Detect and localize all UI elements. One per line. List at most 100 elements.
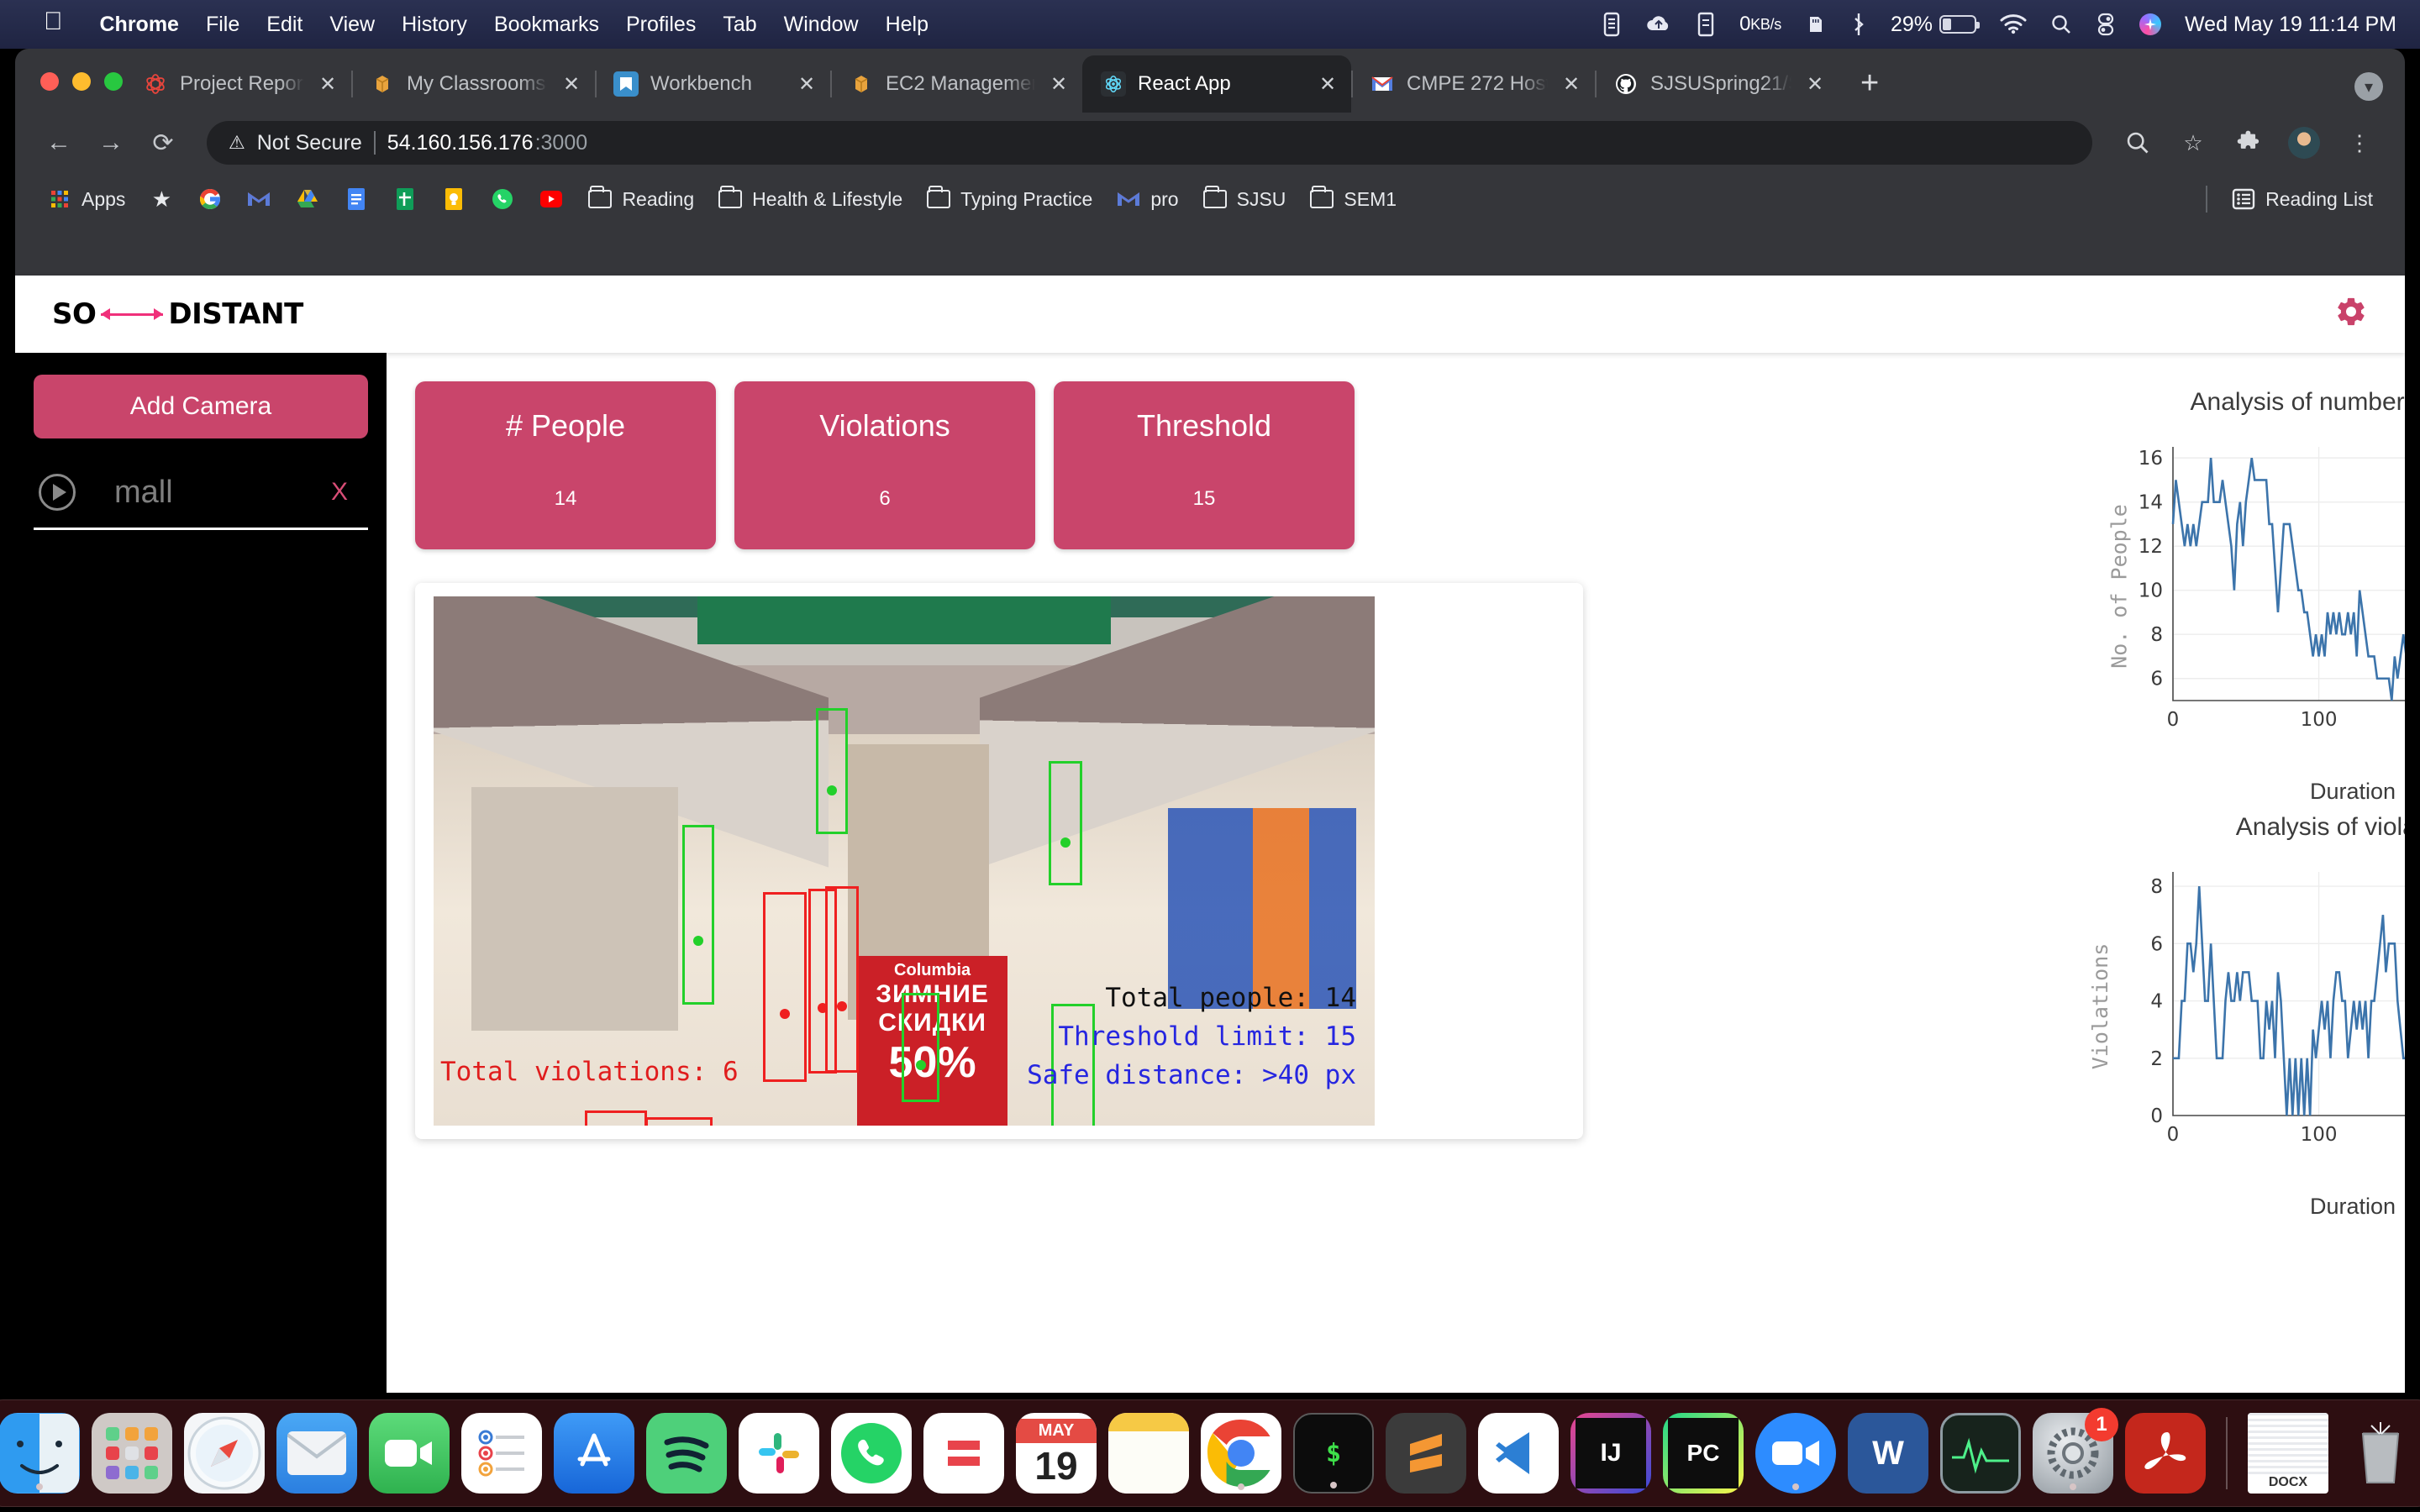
reminders-icon[interactable]: [461, 1413, 542, 1494]
menu-item-help[interactable]: Help: [872, 13, 942, 37]
sublime-text-icon[interactable]: [1386, 1413, 1466, 1494]
close-tab-button[interactable]: ✕: [316, 72, 339, 97]
cloud-upload-icon[interactable]: [1634, 13, 1684, 35]
facetime-icon[interactable]: [369, 1413, 450, 1494]
tab-cmpe-272[interactable]: CMPE 272 Hosted a ✕: [1351, 55, 1595, 113]
slack-icon[interactable]: [739, 1413, 819, 1494]
reload-icon[interactable]: ⟳: [141, 121, 185, 165]
three-dot-menu-icon[interactable]: ⋮: [2336, 121, 2383, 165]
clipboard-icon[interactable]: [1590, 12, 1634, 37]
tab-react-app[interactable]: React App ✕: [1082, 55, 1351, 113]
reading-list-button[interactable]: Reading List: [2221, 181, 2383, 217]
tab-workbench[interactable]: Workbench ✕: [595, 55, 830, 113]
bookmark-youtube[interactable]: [529, 181, 574, 217]
star-icon[interactable]: ☆: [2170, 121, 2217, 165]
bluetooth-icon[interactable]: [1839, 12, 1879, 37]
notion-icon[interactable]: [923, 1413, 1004, 1494]
menu-item-history[interactable]: History: [388, 13, 481, 37]
adobe-acrobat-icon[interactable]: [2125, 1413, 2206, 1494]
tab-search-button[interactable]: ▾: [2354, 72, 2405, 101]
bookmark-google[interactable]: [187, 181, 233, 217]
menu-item-profiles[interactable]: Profiles: [613, 13, 709, 37]
whatsapp-icon[interactable]: [831, 1413, 912, 1494]
bookmark-gmail[interactable]: [236, 181, 281, 217]
remove-camera-button[interactable]: X: [331, 478, 363, 507]
forward-arrow-icon[interactable]: →: [89, 121, 133, 165]
bookmark-folder-sjsu[interactable]: SJSU: [1192, 181, 1297, 217]
chevron-down-icon[interactable]: ▾: [2354, 72, 2383, 101]
close-tab-button[interactable]: ✕: [1803, 72, 1827, 97]
sd-card-icon[interactable]: [1793, 13, 1839, 35]
bookmark-star[interactable]: ★: [139, 181, 184, 217]
camera-list-item-mall[interactable]: mall X: [34, 474, 368, 530]
bookmark-google-sheets[interactable]: [382, 181, 428, 217]
siri-icon[interactable]: [2128, 13, 2173, 35]
play-circle-icon[interactable]: [39, 474, 76, 511]
menu-item-edit[interactable]: Edit: [253, 13, 316, 37]
app-logo[interactable]: SO DISTANT: [52, 297, 303, 331]
bookmark-folder-typing-practice[interactable]: Typing Practice: [916, 181, 1102, 217]
tab-ec2-management[interactable]: EC2 Management C ✕: [830, 55, 1082, 113]
tab-my-classrooms[interactable]: My Classrooms ✕: [351, 55, 595, 113]
pycharm-icon[interactable]: PC: [1663, 1413, 1744, 1494]
close-window-button[interactable]: [40, 72, 59, 91]
system-preferences-icon[interactable]: 1: [2033, 1408, 2118, 1494]
bookmark-google-keep[interactable]: [431, 181, 476, 217]
apple-icon[interactable]: : [44, 9, 63, 34]
close-tab-button[interactable]: ✕: [795, 72, 818, 97]
bookmark-whatsapp[interactable]: [480, 181, 525, 217]
maximize-window-button[interactable]: [104, 72, 123, 91]
trash-icon[interactable]: [2340, 1413, 2420, 1494]
tab-sjsuspring21[interactable]: SJSUSpring21/SoDi ✕: [1595, 55, 1839, 113]
app-store-icon[interactable]: [554, 1413, 634, 1494]
minimize-window-button[interactable]: [72, 72, 91, 91]
word-icon[interactable]: W: [1848, 1413, 1928, 1494]
window-traffic-lights[interactable]: [40, 72, 123, 91]
avatar[interactable]: [2281, 121, 2328, 165]
wifi-icon[interactable]: [1988, 14, 2039, 34]
activity-monitor-icon[interactable]: [1940, 1413, 2021, 1494]
launchpad-icon[interactable]: [92, 1413, 172, 1494]
menu-item-bookmarks[interactable]: Bookmarks: [481, 13, 613, 37]
menu-item-view[interactable]: View: [316, 13, 388, 37]
gear-icon[interactable]: [2334, 295, 2368, 333]
bookmark-folder-health-lifestyle[interactable]: Health & Lifestyle: [708, 181, 913, 217]
address-bar[interactable]: ⚠ Not Secure 54.160.156.176 :3000: [207, 121, 2092, 165]
menu-item-file[interactable]: File: [192, 13, 253, 37]
control-center-icon[interactable]: [2084, 13, 2128, 36]
new-tab-button[interactable]: +: [1839, 67, 1901, 99]
tab-project-report[interactable]: Project Report ✕: [124, 55, 351, 113]
finder-icon[interactable]: [0, 1413, 80, 1494]
spotify-icon[interactable]: [646, 1413, 727, 1494]
calendar-icon[interactable]: MAY 19: [1016, 1413, 1097, 1494]
bookmark-folder-reading[interactable]: Reading: [577, 181, 704, 217]
mail-icon[interactable]: [276, 1413, 357, 1494]
zoom-icon[interactable]: [1755, 1413, 1836, 1494]
bookmark-folder-sem1[interactable]: SEM1: [1299, 181, 1407, 217]
menu-item-tab[interactable]: Tab: [709, 13, 770, 37]
close-tab-button[interactable]: ✕: [560, 72, 583, 97]
notes-icon[interactable]: [1684, 12, 1728, 37]
bookmark-google-drive[interactable]: [285, 181, 330, 217]
terminal-icon[interactable]: $: [1293, 1413, 1374, 1494]
menu-item-chrome[interactable]: Chrome: [87, 13, 192, 37]
back-arrow-icon[interactable]: ←: [37, 121, 81, 165]
docx-file-icon[interactable]: DOCX: [2248, 1413, 2328, 1494]
close-tab-button[interactable]: ✕: [1047, 72, 1071, 97]
menu-item-window[interactable]: Window: [771, 13, 872, 37]
battery-indicator[interactable]: 29%: [1879, 13, 1988, 37]
notes-icon[interactable]: [1108, 1413, 1189, 1494]
camera-video-feed[interactable]: Columbia ЗИМНИЕ СКИДКИ 50% Total people:…: [434, 596, 1375, 1126]
bookmark-google-docs[interactable]: [334, 181, 379, 217]
search-icon[interactable]: [2039, 13, 2084, 35]
close-tab-button[interactable]: ✕: [1316, 72, 1339, 97]
bookmark-apps[interactable]: Apps: [37, 181, 135, 217]
puzzle-piece-icon[interactable]: [2225, 121, 2272, 165]
bookmark-pro[interactable]: pro: [1106, 181, 1188, 217]
chrome-icon[interactable]: [1201, 1413, 1281, 1494]
close-tab-button[interactable]: ✕: [1560, 72, 1583, 97]
add-camera-button[interactable]: Add Camera: [34, 375, 368, 438]
safari-icon[interactable]: [184, 1413, 265, 1494]
menubar-clock[interactable]: Wed May 19 11:14 PM: [2173, 13, 2400, 37]
intellij-idea-icon[interactable]: IJ: [1570, 1413, 1651, 1494]
